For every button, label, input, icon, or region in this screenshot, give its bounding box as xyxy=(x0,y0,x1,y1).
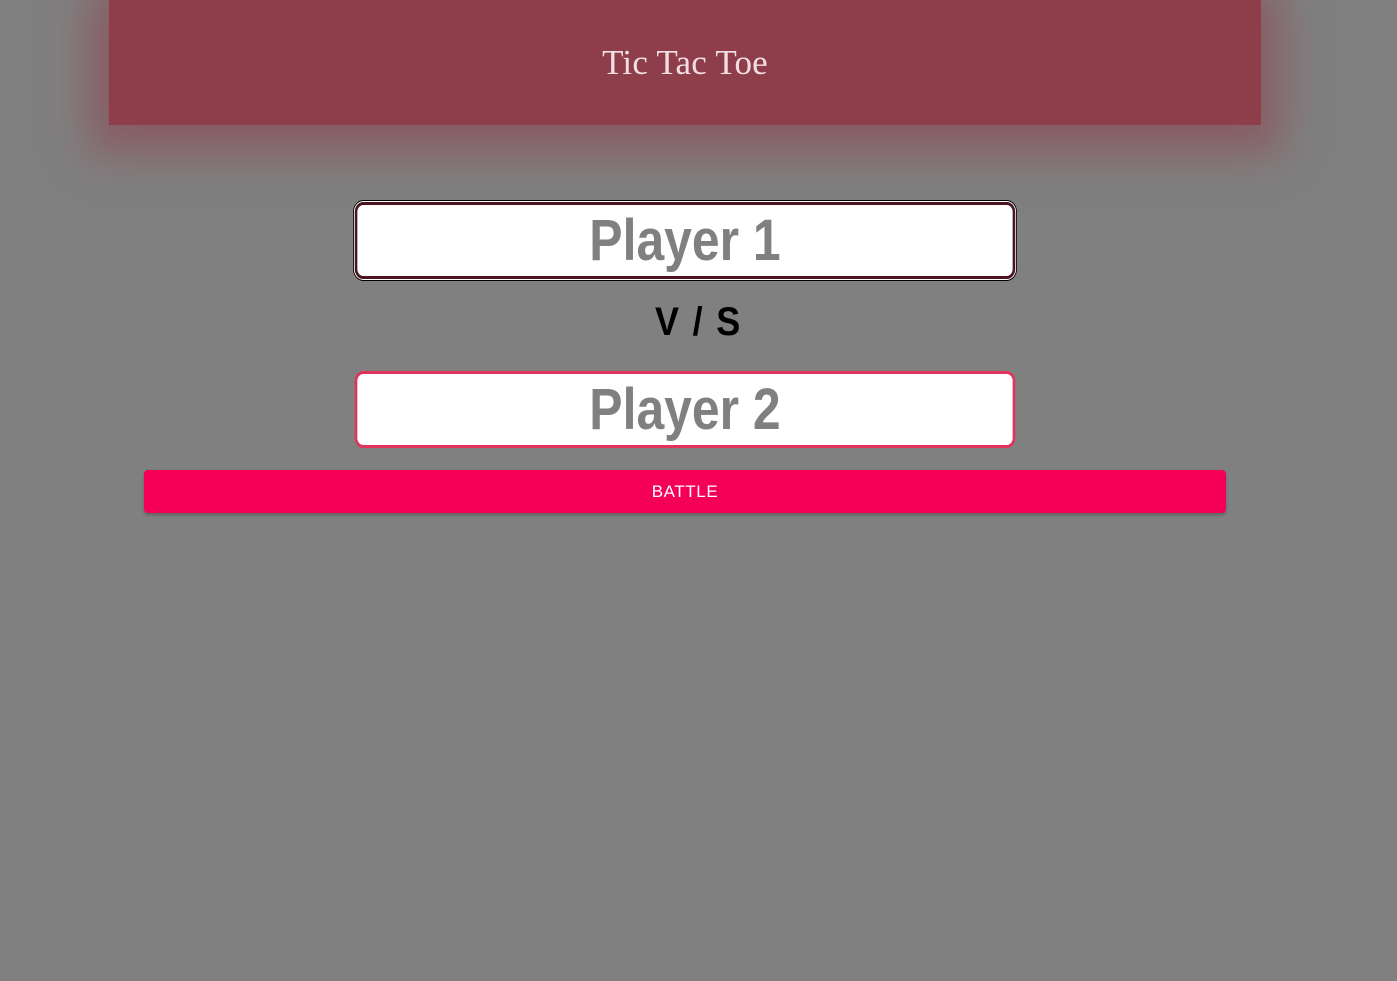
app-page: Tic Tac Toe V / S BATTLE xyxy=(0,0,1397,981)
app-title: Tic Tac Toe xyxy=(602,42,768,82)
app-header: Tic Tac Toe xyxy=(109,0,1261,125)
versus-label: V / S xyxy=(654,300,743,344)
player-2-name-input[interactable] xyxy=(354,371,1016,448)
player-1-name-input[interactable] xyxy=(354,202,1016,279)
battle-button[interactable]: BATTLE xyxy=(144,470,1226,513)
